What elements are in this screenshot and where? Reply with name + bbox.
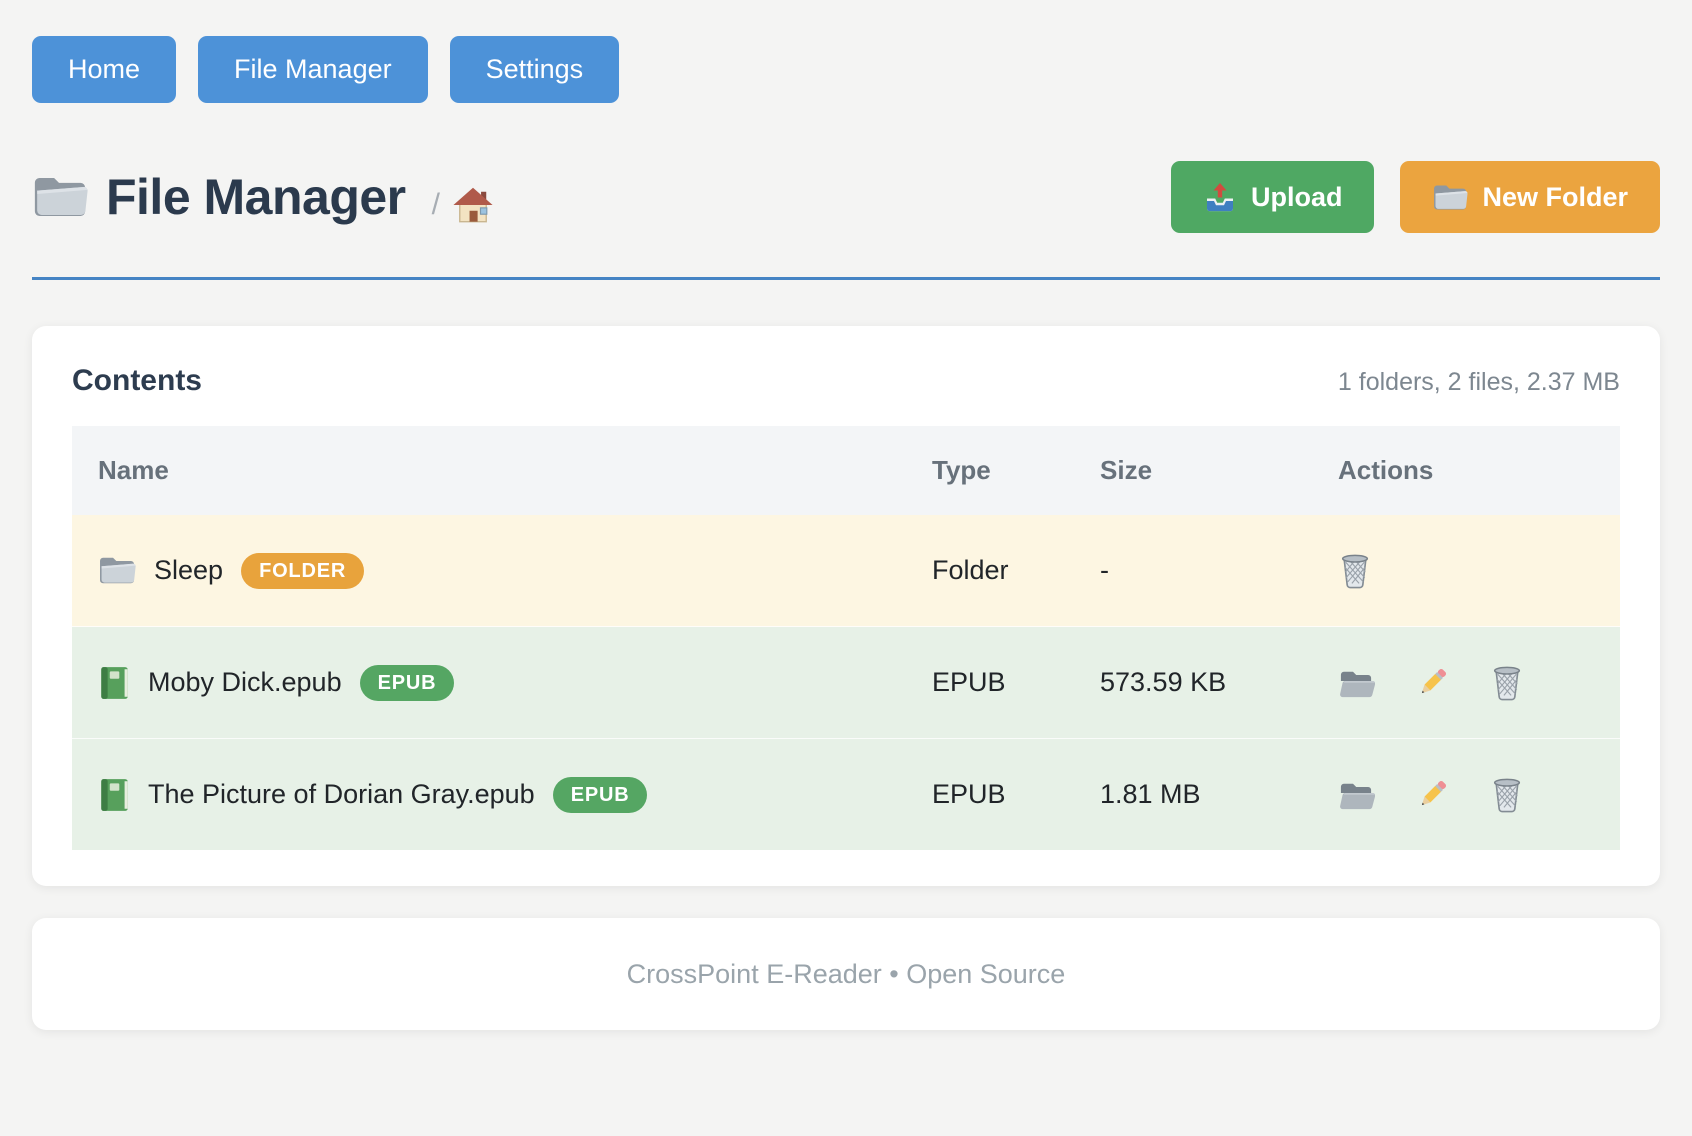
breadcrumb-separator: / xyxy=(432,188,440,222)
book-icon xyxy=(98,665,130,701)
file-type: EPUB xyxy=(906,627,1074,739)
nav-file-manager-button[interactable]: File Manager xyxy=(198,36,428,103)
nav-home-button[interactable]: Home xyxy=(32,36,176,103)
top-nav: Home File Manager Settings xyxy=(32,36,1660,103)
file-size: 1.81 MB xyxy=(1074,739,1312,851)
file-name[interactable]: Moby Dick.epub xyxy=(148,667,342,698)
page-title: File Manager xyxy=(106,168,406,226)
file-name[interactable]: The Picture of Dorian Gray.epub xyxy=(148,779,535,810)
book-icon xyxy=(98,777,130,813)
upload-button-label: Upload xyxy=(1251,184,1343,211)
epub-badge: EPUB xyxy=(360,665,455,701)
epub-badge: EPUB xyxy=(553,777,648,813)
new-folder-button-label: New Folder xyxy=(1482,184,1628,211)
home-icon[interactable] xyxy=(452,186,494,224)
column-header-size: Size xyxy=(1074,426,1312,515)
footer-card: CrossPoint E-Reader • Open Source xyxy=(32,918,1660,1030)
table-header-row: Name Type Size Actions xyxy=(72,426,1620,515)
nav-settings-button[interactable]: Settings xyxy=(450,36,620,103)
file-name[interactable]: Sleep xyxy=(154,555,223,586)
delete-icon[interactable] xyxy=(1490,664,1524,701)
header-actions: Upload New Folder xyxy=(1171,161,1660,233)
edit-pencil-icon[interactable] xyxy=(1415,665,1450,700)
file-table: Name Type Size Actions Sleep FOLDER xyxy=(72,426,1620,850)
contents-card-header: Contents 1 folders, 2 files, 2.37 MB xyxy=(72,364,1620,398)
table-row-sleep[interactable]: Sleep FOLDER Folder - xyxy=(72,515,1620,627)
title-group: File Manager / xyxy=(32,168,494,226)
column-header-actions: Actions xyxy=(1312,426,1620,515)
file-manager-page: Home File Manager Settings File Manager … xyxy=(0,0,1692,1030)
file-size: - xyxy=(1074,515,1312,627)
breadcrumb: / xyxy=(432,186,494,224)
table-row-dorian-gray[interactable]: The Picture of Dorian Gray.epub EPUB EPU… xyxy=(72,739,1620,851)
delete-icon[interactable] xyxy=(1338,552,1372,589)
edit-pencil-icon[interactable] xyxy=(1415,777,1450,812)
column-header-type: Type xyxy=(906,426,1074,515)
folder-badge: FOLDER xyxy=(241,553,364,589)
folder-icon xyxy=(32,172,88,222)
page-header: File Manager / Upload New Folder xyxy=(32,161,1660,233)
column-header-name: Name xyxy=(72,426,906,515)
contents-summary: 1 folders, 2 files, 2.37 MB xyxy=(1338,368,1620,397)
open-folder-icon[interactable] xyxy=(1338,667,1375,699)
file-size: 573.59 KB xyxy=(1074,627,1312,739)
open-folder-icon[interactable] xyxy=(1338,779,1375,811)
folder-icon xyxy=(1432,182,1468,213)
folder-icon xyxy=(98,554,136,587)
delete-icon[interactable] xyxy=(1490,776,1524,813)
contents-card: Contents 1 folders, 2 files, 2.37 MB Nam… xyxy=(32,326,1660,886)
file-type: Folder xyxy=(906,515,1074,627)
footer-text: CrossPoint E-Reader • Open Source xyxy=(627,959,1066,990)
new-folder-button[interactable]: New Folder xyxy=(1400,161,1660,233)
table-row-moby-dick[interactable]: Moby Dick.epub EPUB EPUB 573.59 KB xyxy=(72,627,1620,739)
upload-tray-icon xyxy=(1203,181,1237,213)
file-type: EPUB xyxy=(906,739,1074,851)
header-divider xyxy=(32,277,1660,280)
upload-button[interactable]: Upload xyxy=(1171,161,1375,233)
contents-heading: Contents xyxy=(72,364,202,398)
